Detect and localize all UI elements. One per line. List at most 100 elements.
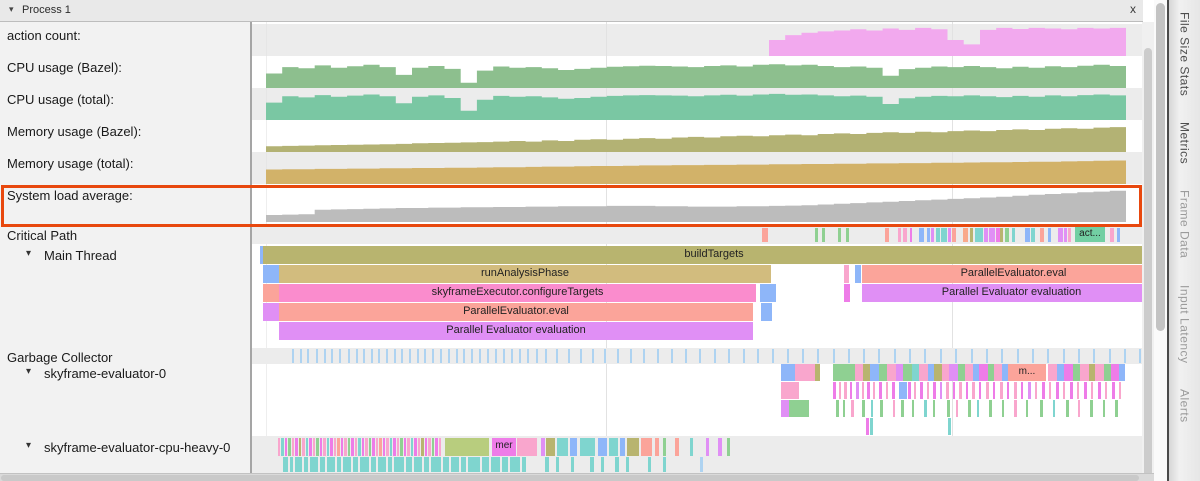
sidebar-tab-file-size-stats[interactable]: File Size Stats: [1178, 12, 1192, 96]
trace-tick[interactable]: [933, 382, 936, 399]
trace-tick[interactable]: [963, 228, 968, 242]
trace-tick[interactable]: [956, 400, 958, 417]
trace-tick[interactable]: [848, 349, 850, 363]
trace-tick[interactable]: [1111, 364, 1119, 381]
trace-tick[interactable]: [1014, 400, 1017, 417]
trace-tick[interactable]: [855, 265, 861, 283]
trace-tick[interactable]: [617, 349, 619, 363]
trace-tick[interactable]: [1005, 228, 1009, 242]
trace-tick[interactable]: [1104, 364, 1111, 381]
trace-tick[interactable]: [630, 349, 632, 363]
trace-tick[interactable]: [327, 438, 329, 456]
trace-tick[interactable]: [1117, 228, 1120, 242]
trace-tick[interactable]: [1110, 228, 1114, 242]
trace-tick[interactable]: [343, 457, 351, 472]
trace-tick[interactable]: [323, 438, 326, 456]
trace-span[interactable]: mer: [492, 438, 516, 456]
trace-tick[interactable]: [994, 364, 1002, 381]
trace-tick[interactable]: [760, 284, 776, 302]
trace-tick[interactable]: [362, 438, 364, 456]
trace-span[interactable]: Parallel Evaluator evaluation: [862, 284, 1142, 302]
trace-tick[interactable]: [968, 400, 971, 417]
trace-tick[interactable]: [949, 364, 958, 381]
trace-tick[interactable]: [959, 382, 962, 399]
trace-tick[interactable]: [886, 382, 888, 399]
trace-tick[interactable]: [1115, 400, 1118, 417]
page-vertical-scrollbar[interactable]: [1154, 0, 1167, 481]
trace-tick[interactable]: [432, 438, 434, 456]
trace-tick[interactable]: [482, 457, 489, 472]
trace-tick[interactable]: [1095, 364, 1104, 381]
trace-tick[interactable]: [896, 364, 903, 381]
trace-tick[interactable]: [439, 438, 441, 456]
trace-tick[interactable]: [675, 438, 679, 456]
trace-tick[interactable]: [320, 457, 325, 472]
trace-tick[interactable]: [394, 457, 404, 472]
trace-tick[interactable]: [817, 349, 819, 363]
trace-tick[interactable]: [855, 364, 863, 381]
trace-tick[interactable]: [445, 438, 489, 456]
trace-tick[interactable]: [290, 457, 293, 472]
trace-tick[interactable]: [986, 382, 989, 399]
trace-tick[interactable]: [772, 349, 774, 363]
trace-tick[interactable]: [627, 438, 639, 456]
trace-tick[interactable]: [511, 349, 513, 363]
trace-tick[interactable]: [933, 400, 935, 417]
trace-tick[interactable]: [372, 438, 375, 456]
trace-span[interactable]: skyframeExecutor.configureTargets: [279, 284, 756, 302]
trace-tick[interactable]: [862, 382, 864, 399]
trace-tick[interactable]: [536, 349, 538, 363]
trace-tick[interactable]: [851, 400, 854, 417]
trace-tick[interactable]: [288, 438, 291, 456]
trace-tick[interactable]: [393, 438, 396, 456]
trace-tick[interactable]: [1112, 382, 1115, 399]
trace-tick[interactable]: [718, 438, 722, 456]
trace-tick[interactable]: [1068, 228, 1071, 242]
trace-tick[interactable]: [353, 457, 358, 472]
trace-tick[interactable]: [316, 438, 319, 456]
trace-tick[interactable]: [592, 349, 594, 363]
trace-tick[interactable]: [411, 438, 413, 456]
trace-tick[interactable]: [334, 438, 336, 456]
trace-tick[interactable]: [833, 382, 836, 399]
trace-tick[interactable]: [299, 438, 301, 456]
trace-tick[interactable]: [909, 349, 911, 363]
trace-tick[interactable]: [1063, 349, 1065, 363]
trace-tick[interactable]: [428, 438, 431, 456]
trace-tick[interactable]: [948, 418, 951, 435]
trace-tick[interactable]: [424, 457, 429, 472]
trace-tick[interactable]: [263, 303, 279, 321]
timeline-track-area[interactable]: act...buildTargetsrunAnalysisPhaseParall…: [252, 22, 1142, 473]
trace-tick[interactable]: [789, 400, 809, 417]
trace-tick[interactable]: [580, 438, 595, 456]
trace-tick[interactable]: [278, 438, 280, 456]
trace-tick[interactable]: [383, 438, 385, 456]
trace-tick[interactable]: [378, 457, 386, 472]
trace-tick[interactable]: [324, 349, 326, 363]
trace-tick[interactable]: [615, 457, 619, 472]
trace-tick[interactable]: [609, 438, 618, 456]
trace-tick[interactable]: [940, 349, 942, 363]
trace-tick[interactable]: [844, 265, 849, 283]
trace-tick[interactable]: [833, 364, 855, 381]
trace-tick[interactable]: [556, 349, 558, 363]
trace-span[interactable]: ParallelEvaluator.eval: [279, 303, 753, 321]
trace-tick[interactable]: [1049, 382, 1051, 399]
trace-tick[interactable]: [977, 400, 979, 417]
trace-tick[interactable]: [348, 349, 350, 363]
horizontal-scrollbar[interactable]: [0, 473, 1154, 481]
page-vertical-scrollbar-thumb[interactable]: [1156, 3, 1165, 331]
trace-tick[interactable]: [822, 228, 825, 242]
trace-tick[interactable]: [527, 349, 529, 363]
trace-tick[interactable]: [1119, 364, 1125, 381]
trace-tick[interactable]: [283, 457, 288, 472]
trace-tick[interactable]: [920, 382, 923, 399]
trace-tick[interactable]: [400, 438, 403, 456]
trace-tick[interactable]: [358, 438, 361, 456]
trace-tick[interactable]: [993, 382, 995, 399]
trace-tick[interactable]: [879, 364, 887, 381]
trace-tick[interactable]: [761, 303, 772, 321]
trace-tick[interactable]: [1098, 382, 1101, 399]
trace-tick[interactable]: [310, 457, 318, 472]
trace-tick[interactable]: [870, 364, 879, 381]
